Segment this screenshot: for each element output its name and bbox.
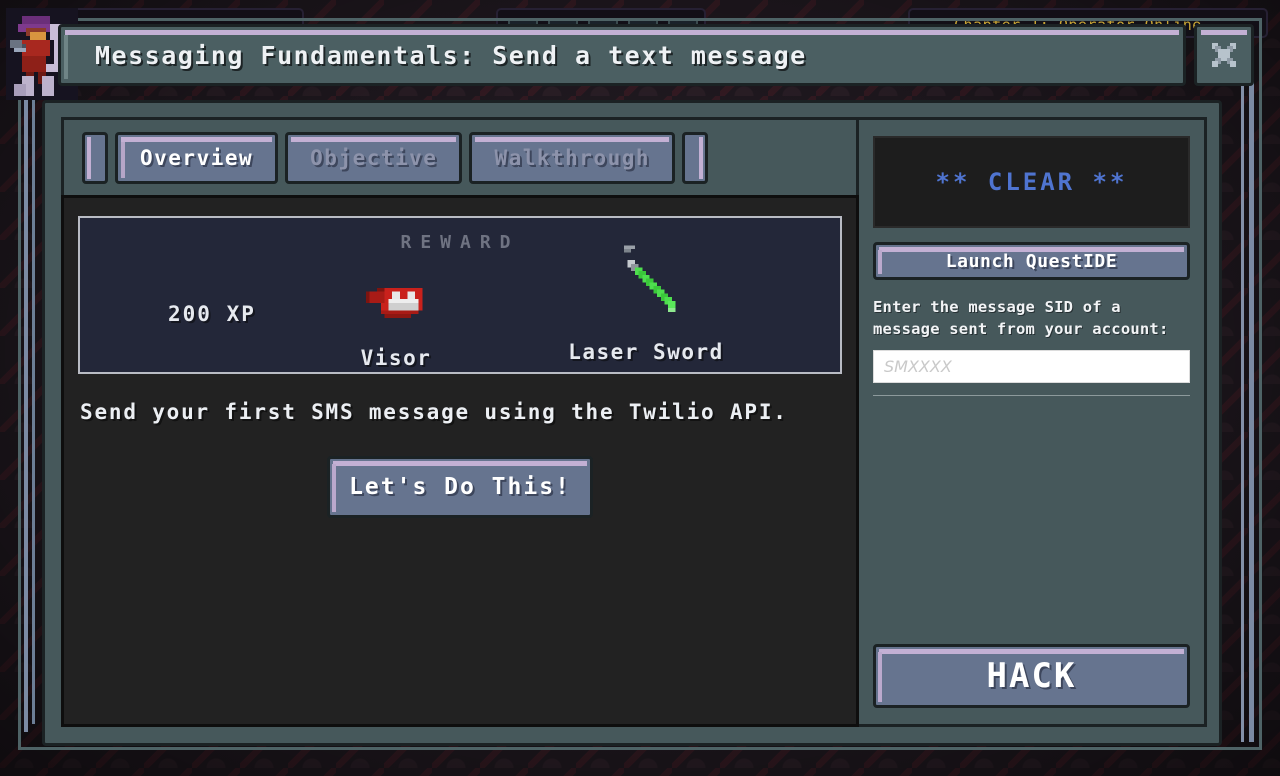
tab-scroll-left-button[interactable] — [82, 131, 108, 184]
close-button[interactable] — [1194, 24, 1254, 86]
close-x-icon — [1212, 43, 1236, 67]
hack-label: HACK — [986, 656, 1077, 696]
tab-overview-label: Overview — [140, 145, 254, 170]
console-output-text: ** CLEAR ** — [935, 168, 1128, 196]
frame-rail-right-inner — [1241, 58, 1244, 742]
tab-bar: Overview Objective Walkthrough — [61, 117, 859, 195]
quest-description: Send your first SMS message using the Tw… — [80, 400, 788, 424]
tab-objective-label: Objective — [310, 145, 438, 170]
quest-left-column: Overview Objective Walkthrough REWARD 20… — [61, 117, 859, 727]
reward-item-laser-sword-label: Laser Sword — [568, 340, 724, 364]
frame-rail-left-inner — [32, 90, 35, 724]
quest-content-area: REWARD 200 XP Visor Laser Sword Send you… — [61, 195, 859, 727]
quest-modal: Overview Objective Walkthrough REWARD 20… — [42, 100, 1222, 746]
tab-scroll-right-button[interactable] — [682, 131, 709, 184]
reward-item-visor: Visor — [296, 262, 496, 370]
sid-prompt-label: Enter the message SID of a message sent … — [873, 298, 1169, 338]
game-screen: Chapter 1: Operator Online — [0, 0, 1280, 776]
reward-item-laser-sword: Laser Sword — [546, 238, 746, 364]
launch-questide-label: Launch QuestIDE — [945, 250, 1118, 272]
sid-input[interactable] — [873, 350, 1190, 383]
reward-panel: REWARD 200 XP Visor Laser Sword — [78, 216, 842, 374]
frame-rail-right — [1249, 58, 1254, 742]
launch-questide-button[interactable]: Launch QuestIDE — [873, 242, 1190, 280]
reward-item-visor-label: Visor — [360, 346, 432, 370]
laser-sword-sprite — [546, 238, 746, 334]
quest-sidebar: ** CLEAR ** Launch QuestIDE Enter the me… — [859, 117, 1207, 727]
tab-overview[interactable]: Overview — [115, 131, 279, 184]
reward-xp-value: 200 XP — [168, 302, 256, 326]
console-output-panel: ** CLEAR ** — [873, 136, 1190, 228]
lets-do-this-label: Let's Do This! — [349, 474, 571, 500]
visor-sprite — [296, 262, 496, 340]
frame-rail-left — [24, 90, 28, 732]
page-title: Messaging Fundamentals: Send a text mess… — [95, 40, 807, 70]
hack-button[interactable]: HACK — [873, 644, 1190, 708]
tab-objective[interactable]: Objective — [285, 131, 463, 184]
tab-walkthrough[interactable]: Walkthrough — [469, 131, 676, 184]
modal-titlebar: Messaging Fundamentals: Send a text mess… — [58, 24, 1186, 86]
tab-walkthrough-label: Walkthrough — [494, 145, 651, 170]
lets-do-this-button[interactable]: Let's Do This! — [327, 456, 593, 518]
